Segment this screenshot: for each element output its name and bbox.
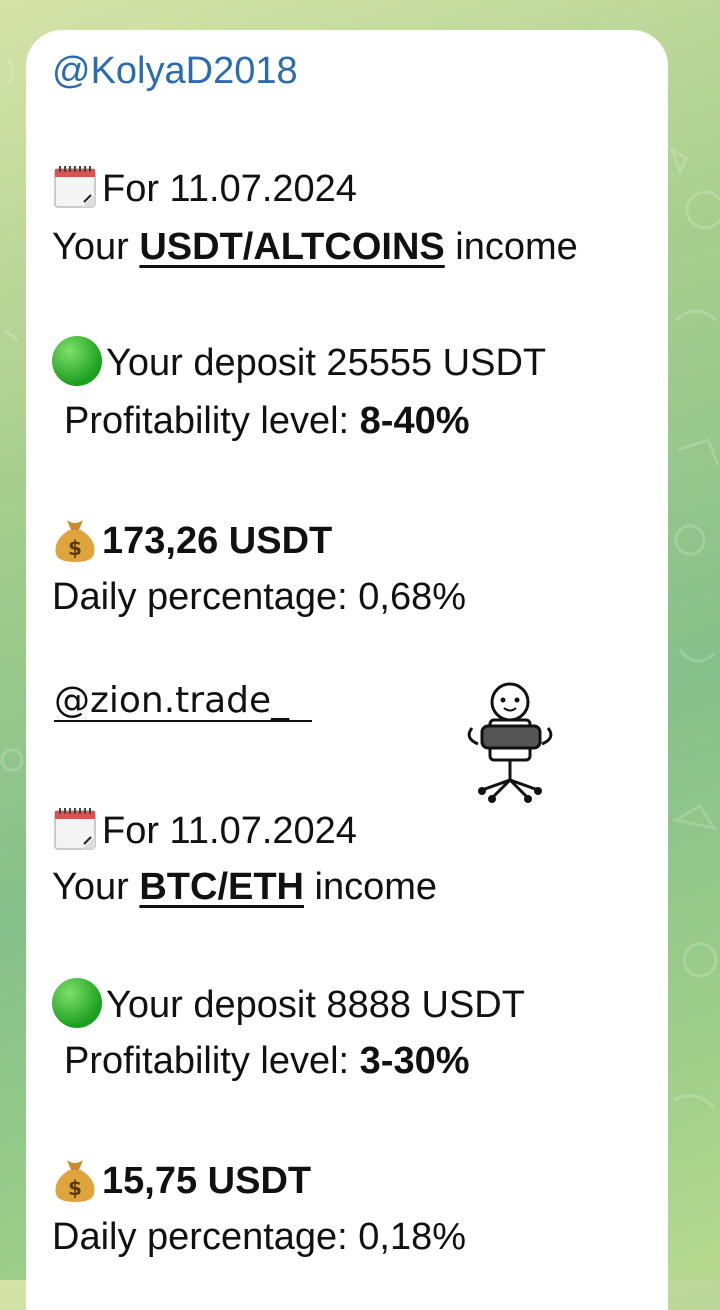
sender-name[interactable]: @KolyaD2018 — [52, 52, 298, 90]
calendar-icon — [54, 808, 96, 850]
profit-value-1: 8-40% — [359, 400, 470, 442]
svg-text:$: $ — [68, 536, 82, 560]
amount-text-2: 15,75 USDT — [102, 1160, 312, 1203]
income-line-2: Your BTC/ETH income — [52, 866, 438, 908]
green-circle-icon — [52, 336, 102, 386]
date-text-2: For 11.07.2024 — [102, 810, 357, 853]
office-chair-sticker — [467, 682, 553, 803]
pair-link-1[interactable]: USDT/ALTCOINS — [139, 226, 444, 268]
profit-line-2: Profitability level: 3-30% — [64, 1040, 470, 1082]
pair-link-2[interactable]: BTC/ETH — [139, 866, 304, 908]
income-line-1: Your USDT/ALTCOINS income — [52, 226, 578, 268]
green-circle-icon — [52, 978, 102, 1028]
money-bag-icon: $ — [55, 1160, 95, 1202]
date-line-2: For 11.07.2024 — [52, 808, 357, 856]
date-line-1: For 11.07.2024 — [52, 166, 357, 214]
profit-line-1: Profitability level: 8-40% — [64, 400, 470, 442]
deposit-text-2: Your deposit 8888 USDT — [106, 984, 525, 1027]
deposit-line-2: Your deposit 8888 USDT — [52, 978, 525, 1032]
svg-text:$: $ — [68, 1176, 82, 1200]
deposit-text-1: Your deposit 25555 USDT — [106, 342, 547, 385]
amount-text-1: 173,26 USDT — [102, 520, 333, 563]
deposit-line-1: Your deposit 25555 USDT — [52, 336, 547, 390]
amount-line-2: $ 15,75 USDT — [52, 1158, 311, 1208]
amount-line-1: $ 173,26 USDT — [52, 518, 332, 568]
daily-line-1: Daily percentage: 0,68% — [52, 576, 467, 618]
date-text-1: For 11.07.2024 — [102, 168, 357, 211]
money-bag-icon: $ — [55, 520, 95, 562]
mention-underline — [54, 720, 312, 722]
profit-value-2: 3-30% — [359, 1040, 470, 1082]
daily-line-2: Daily percentage: 0,18% — [52, 1216, 467, 1258]
message-bubble — [26, 30, 668, 1310]
calendar-icon — [54, 166, 96, 208]
mention-link[interactable]: @zion.trade_ — [54, 680, 289, 721]
